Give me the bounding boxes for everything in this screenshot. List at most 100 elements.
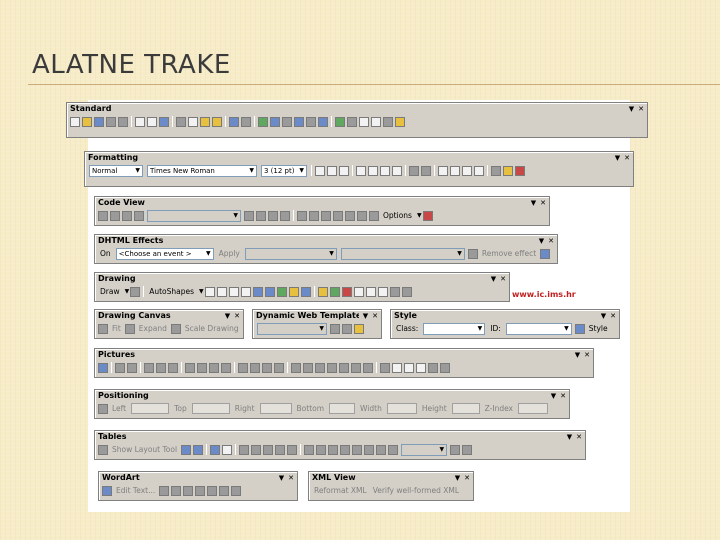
apply-dropdown[interactable]: ▼ bbox=[244, 247, 337, 260]
wordart-gallery-icon[interactable] bbox=[159, 485, 170, 496]
height-field[interactable] bbox=[451, 403, 480, 414]
format-wordart-icon[interactable] bbox=[171, 485, 182, 496]
search-icon[interactable] bbox=[106, 116, 116, 127]
chevron-down-icon[interactable]: ▼ bbox=[601, 312, 606, 320]
expand-button[interactable]: Expand bbox=[139, 324, 167, 333]
find-match-icon[interactable] bbox=[309, 210, 319, 221]
redo-icon[interactable] bbox=[241, 116, 251, 127]
toolbar-header[interactable]: Formatting ▼ ✕ bbox=[85, 152, 633, 163]
parameter-info-icon[interactable] bbox=[110, 210, 120, 221]
align-right-icon[interactable] bbox=[380, 165, 390, 176]
align-left-icon[interactable] bbox=[356, 165, 366, 176]
close-icon[interactable]: ✕ bbox=[548, 237, 554, 245]
toolbar-header[interactable]: Standard ▼ ✕ bbox=[67, 103, 647, 114]
wordart-icon[interactable] bbox=[264, 286, 275, 297]
cut-icon[interactable] bbox=[176, 116, 186, 127]
eraser-icon[interactable] bbox=[222, 444, 233, 455]
spelling-icon[interactable] bbox=[159, 116, 169, 127]
close-icon[interactable]: ✕ bbox=[560, 392, 566, 400]
snippet-icon[interactable] bbox=[134, 210, 144, 221]
clear-bookmarks-icon[interactable] bbox=[280, 210, 290, 221]
toolbar-header[interactable]: Code View ▼ ✕ bbox=[95, 197, 549, 208]
arrow-icon[interactable] bbox=[216, 286, 227, 297]
width-field[interactable] bbox=[386, 403, 417, 414]
autoshapes-menu[interactable]: AutoShapes bbox=[149, 287, 194, 296]
rotate-right-icon[interactable] bbox=[197, 362, 207, 373]
wordart-shape-icon[interactable] bbox=[183, 485, 194, 496]
insert-layer-icon[interactable] bbox=[282, 116, 292, 127]
show-layout-tool-button[interactable]: Show Layout Tool bbox=[112, 445, 177, 454]
style-button[interactable]: Style bbox=[589, 324, 608, 333]
character-spacing-icon[interactable] bbox=[231, 485, 242, 496]
fit-button[interactable]: Fit bbox=[112, 324, 121, 333]
fill-color-icon[interactable] bbox=[317, 286, 328, 297]
flip-horizontal-icon[interactable] bbox=[209, 362, 219, 373]
function-dropdown[interactable]: ▼ bbox=[147, 209, 241, 222]
insert-columns-icon[interactable] bbox=[251, 444, 262, 455]
distribute-rows-icon[interactable] bbox=[340, 444, 351, 455]
publish-icon[interactable] bbox=[118, 116, 128, 127]
select-icon[interactable] bbox=[380, 362, 390, 373]
toolbar-header[interactable]: Pictures ▼ ✕ bbox=[95, 349, 593, 360]
line-style-icon[interactable] bbox=[353, 286, 364, 297]
format-painter-icon[interactable] bbox=[212, 116, 222, 127]
restore-icon[interactable] bbox=[440, 362, 450, 373]
table-autoformat-dropdown[interactable]: ▼ bbox=[401, 443, 448, 456]
save-icon[interactable] bbox=[94, 116, 104, 127]
line-icon[interactable] bbox=[204, 286, 215, 297]
style-dropdown[interactable]: Normal ▼ bbox=[89, 164, 143, 177]
chevron-down-icon[interactable]: ▼ bbox=[417, 212, 422, 219]
toolbar-header[interactable]: Positioning ▼ ✕ bbox=[95, 390, 569, 401]
bevel-icon[interactable] bbox=[351, 362, 361, 373]
polygonal-hotspot-icon[interactable] bbox=[416, 362, 426, 373]
chevron-down-icon[interactable]: ▼ bbox=[279, 474, 284, 482]
chevron-down-icon[interactable]: ▼ bbox=[629, 105, 634, 113]
print-preview-icon[interactable] bbox=[147, 116, 157, 127]
chevron-down-icon[interactable]: ▼ bbox=[551, 392, 556, 400]
paragraph-icon[interactable] bbox=[371, 116, 381, 127]
vertical-text-icon[interactable] bbox=[207, 485, 218, 496]
underline-icon[interactable] bbox=[339, 165, 349, 176]
center-vertically-icon[interactable] bbox=[316, 444, 327, 455]
draw-table-icon[interactable] bbox=[210, 444, 221, 455]
prev-region-icon[interactable] bbox=[330, 323, 340, 334]
chevron-down-icon[interactable]: ▼ bbox=[615, 154, 620, 162]
scale-drawing-button[interactable]: Scale Drawing bbox=[185, 324, 239, 333]
justify-icon[interactable] bbox=[392, 165, 402, 176]
microsoft-script-icon[interactable] bbox=[422, 210, 433, 221]
comment-icon[interactable] bbox=[369, 210, 379, 221]
diagram-icon[interactable] bbox=[276, 286, 287, 297]
close-icon[interactable]: ✕ bbox=[464, 474, 470, 482]
undo-icon[interactable] bbox=[229, 116, 239, 127]
split-cells-icon[interactable] bbox=[287, 444, 298, 455]
table-autoformat-icon[interactable] bbox=[450, 444, 461, 455]
chevron-down-icon[interactable]: ▼ bbox=[125, 288, 130, 295]
close-icon[interactable]: ✕ bbox=[234, 312, 240, 320]
position-absolutely-icon[interactable] bbox=[98, 403, 108, 414]
format-picture-icon[interactable] bbox=[315, 362, 325, 373]
send-backward-icon[interactable] bbox=[168, 362, 178, 373]
next-bookmark-icon[interactable] bbox=[256, 210, 266, 221]
shadow-style-icon[interactable] bbox=[389, 286, 400, 297]
close-icon[interactable]: ✕ bbox=[638, 105, 644, 113]
select-objects-icon[interactable] bbox=[130, 286, 141, 297]
align-bottom-icon[interactable] bbox=[328, 444, 339, 455]
numbering-icon[interactable] bbox=[438, 165, 448, 176]
region-dropdown[interactable]: ▼ bbox=[257, 322, 327, 335]
chevron-down-icon[interactable]: ▼ bbox=[491, 275, 496, 283]
copy-icon[interactable] bbox=[188, 116, 198, 127]
align-top-icon[interactable] bbox=[304, 444, 315, 455]
decrease-indent-icon[interactable] bbox=[462, 165, 472, 176]
close-tag-icon[interactable] bbox=[357, 210, 367, 221]
bullets-icon[interactable] bbox=[450, 165, 460, 176]
highlight-hotspots-icon[interactable] bbox=[428, 362, 438, 373]
rotate-left-icon[interactable] bbox=[185, 362, 195, 373]
auto-thumbnail-icon[interactable] bbox=[127, 362, 137, 373]
toolbar-header[interactable]: WordArt ▼ ✕ bbox=[99, 472, 297, 483]
highlight-effects-icon[interactable] bbox=[540, 248, 551, 259]
italic-icon[interactable] bbox=[327, 165, 337, 176]
autofit-icon[interactable] bbox=[364, 444, 375, 455]
bottom-field[interactable] bbox=[329, 403, 356, 414]
toolbar-header[interactable]: XML View ▼ ✕ bbox=[309, 472, 473, 483]
fill-color-icon[interactable] bbox=[462, 444, 473, 455]
